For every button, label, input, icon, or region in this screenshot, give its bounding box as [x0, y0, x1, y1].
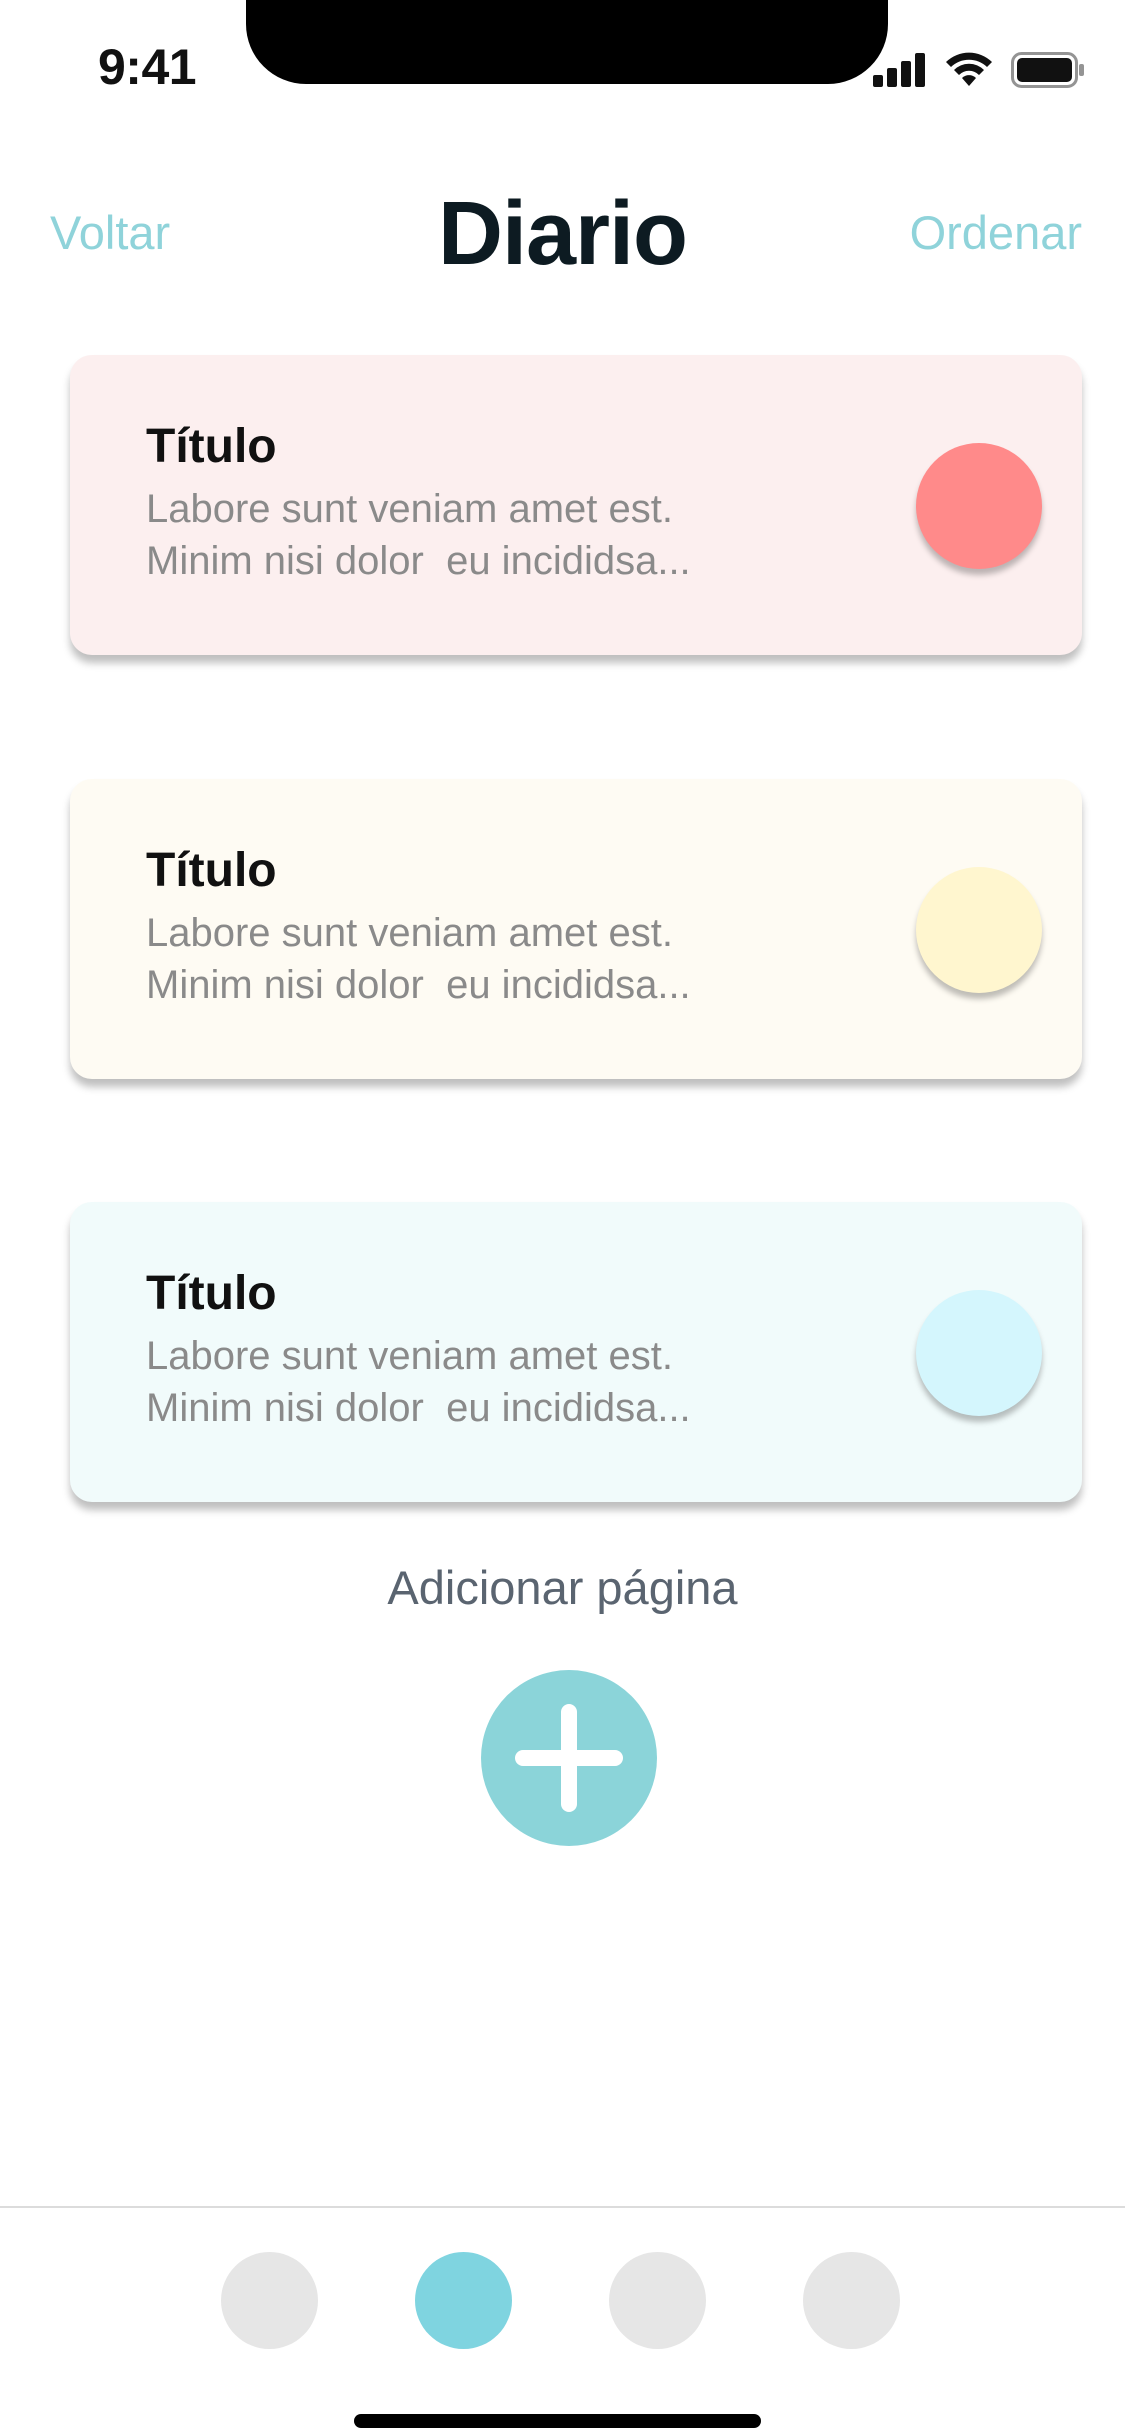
wifi-icon: [946, 52, 992, 86]
card-desc-line-2: Minim nisi dolor eu incididsa...: [146, 1386, 691, 1430]
status-icons: [873, 50, 1085, 90]
card-desc-line-1: Labore sunt veniam amet est.: [146, 911, 673, 955]
tab-4[interactable]: [803, 2252, 900, 2349]
sort-button[interactable]: Ordenar: [910, 205, 1082, 260]
card-desc-line-1: Labore sunt veniam amet est.: [146, 1334, 673, 1378]
card-title: Título: [146, 420, 277, 473]
tab-1[interactable]: [221, 2252, 318, 2349]
status-bar: 9:41: [0, 0, 1125, 132]
tab-3[interactable]: [609, 2252, 706, 2349]
card-color-dot[interactable]: [916, 867, 1042, 993]
notch: [246, 0, 888, 84]
diary-card[interactable]: Título Labore sunt veniam amet est. Mini…: [70, 779, 1082, 1079]
home-indicator[interactable]: [354, 2414, 761, 2428]
card-title: Título: [146, 1267, 277, 1320]
battery-icon: [1011, 52, 1084, 88]
tab-2[interactable]: [415, 2252, 512, 2349]
tab-bar-divider: [0, 2206, 1125, 2208]
card-color-dot[interactable]: [916, 1290, 1042, 1416]
card-description: Labore sunt veniam amet est. Minim nisi …: [146, 483, 846, 587]
diary-card[interactable]: Título Labore sunt veniam amet est. Mini…: [70, 355, 1082, 655]
add-page-label: Adicionar página: [387, 1561, 738, 1614]
card-title: Título: [146, 844, 277, 897]
card-description: Labore sunt veniam amet est. Minim nisi …: [146, 1330, 846, 1434]
add-page-button[interactable]: [481, 1670, 657, 1846]
card-color-dot[interactable]: [916, 443, 1042, 569]
diary-card[interactable]: Título Labore sunt veniam amet est. Mini…: [70, 1202, 1082, 1502]
card-desc-line-2: Minim nisi dolor eu incididsa...: [146, 963, 691, 1007]
screen: 9:41 Voltar Diario Ordenar Título Labore…: [0, 0, 1125, 2436]
signal-icon: [873, 53, 925, 87]
card-desc-line-2: Minim nisi dolor eu incididsa...: [146, 539, 691, 583]
status-time: 9:41: [98, 39, 197, 95]
card-desc-line-1: Labore sunt veniam amet est.: [146, 487, 673, 531]
card-description: Labore sunt veniam amet est. Minim nisi …: [146, 907, 846, 1011]
